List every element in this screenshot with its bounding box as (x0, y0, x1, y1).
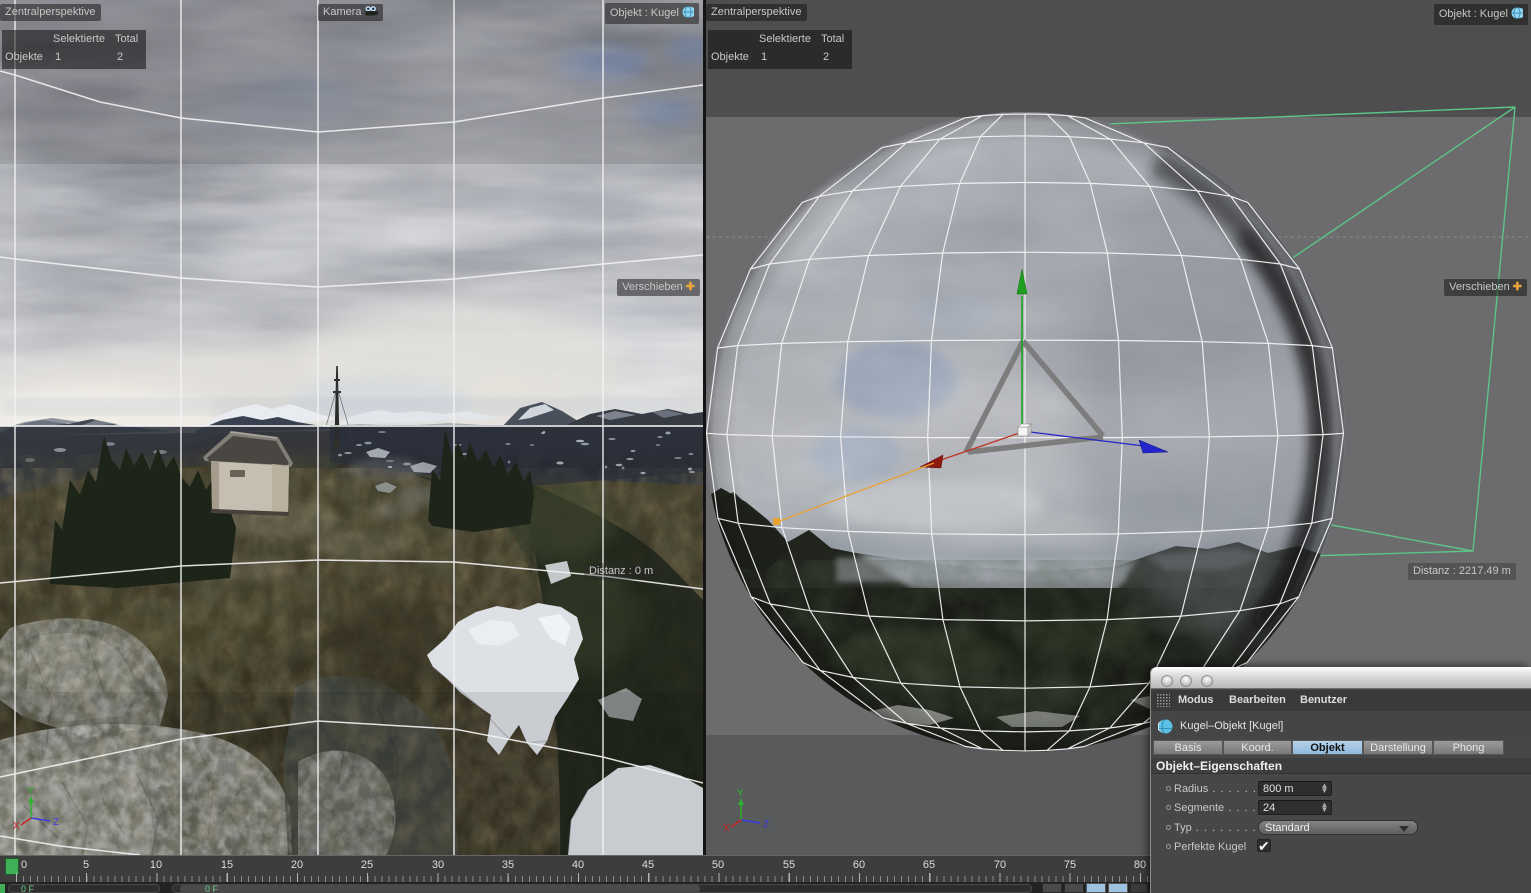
svg-text:Z: Z (763, 819, 769, 830)
svg-text:Z: Z (53, 817, 59, 828)
svg-text:Y: Y (737, 788, 744, 799)
svg-text:Y: Y (27, 786, 34, 797)
svg-text:X: X (13, 821, 20, 832)
svg-text:X: X (723, 823, 730, 834)
